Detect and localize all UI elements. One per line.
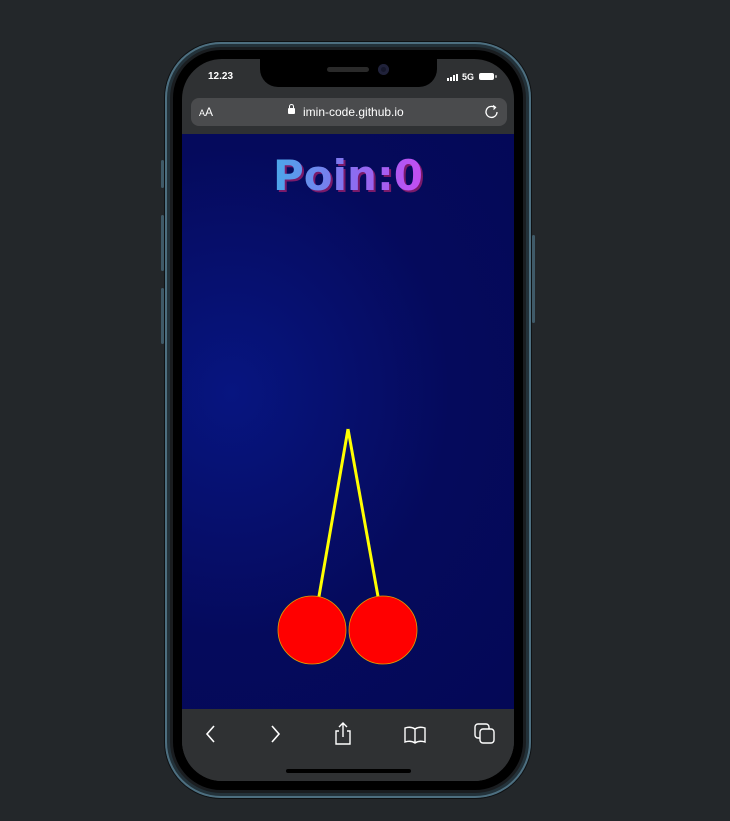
phone-frame: 12.23 5G AA imin-code.github.io Poin:0 (161, 42, 535, 798)
text-size-large-a: A (205, 105, 214, 119)
lock-icon (288, 104, 295, 114)
share-icon[interactable] (330, 721, 356, 747)
status-time: 12.23 (208, 71, 234, 82)
cherry-right[interactable] (348, 595, 418, 665)
status-bar: 12.23 5G (182, 59, 514, 95)
tabs-icon[interactable] (472, 721, 498, 747)
signal-icon (447, 73, 458, 81)
cherry-stem-right (346, 428, 381, 603)
speaker (327, 67, 369, 72)
web-content: Poin:0 (182, 134, 514, 709)
volume-up-button (161, 215, 164, 271)
cherry-left[interactable] (277, 595, 347, 665)
battery-icon (479, 73, 497, 80)
forward-icon[interactable] (262, 721, 288, 747)
power-button (532, 235, 535, 323)
home-indicator[interactable] (286, 769, 411, 773)
network-type: 5G (462, 72, 475, 82)
text-size-button[interactable]: AA (199, 105, 213, 119)
screen: 12.23 5G AA imin-code.github.io Poin:0 (182, 59, 514, 781)
bookmarks-icon[interactable] (402, 721, 428, 747)
address-bar[interactable]: AA imin-code.github.io (191, 98, 507, 126)
cherry-stem-left (316, 428, 350, 603)
notch (260, 59, 437, 87)
volume-down-button (161, 288, 164, 344)
reload-icon[interactable] (483, 103, 501, 121)
url-text[interactable]: imin-code.github.io (303, 105, 404, 119)
game-canvas[interactable] (182, 134, 514, 709)
silent-switch (161, 160, 164, 188)
back-icon[interactable] (198, 721, 224, 747)
front-camera (378, 64, 389, 75)
